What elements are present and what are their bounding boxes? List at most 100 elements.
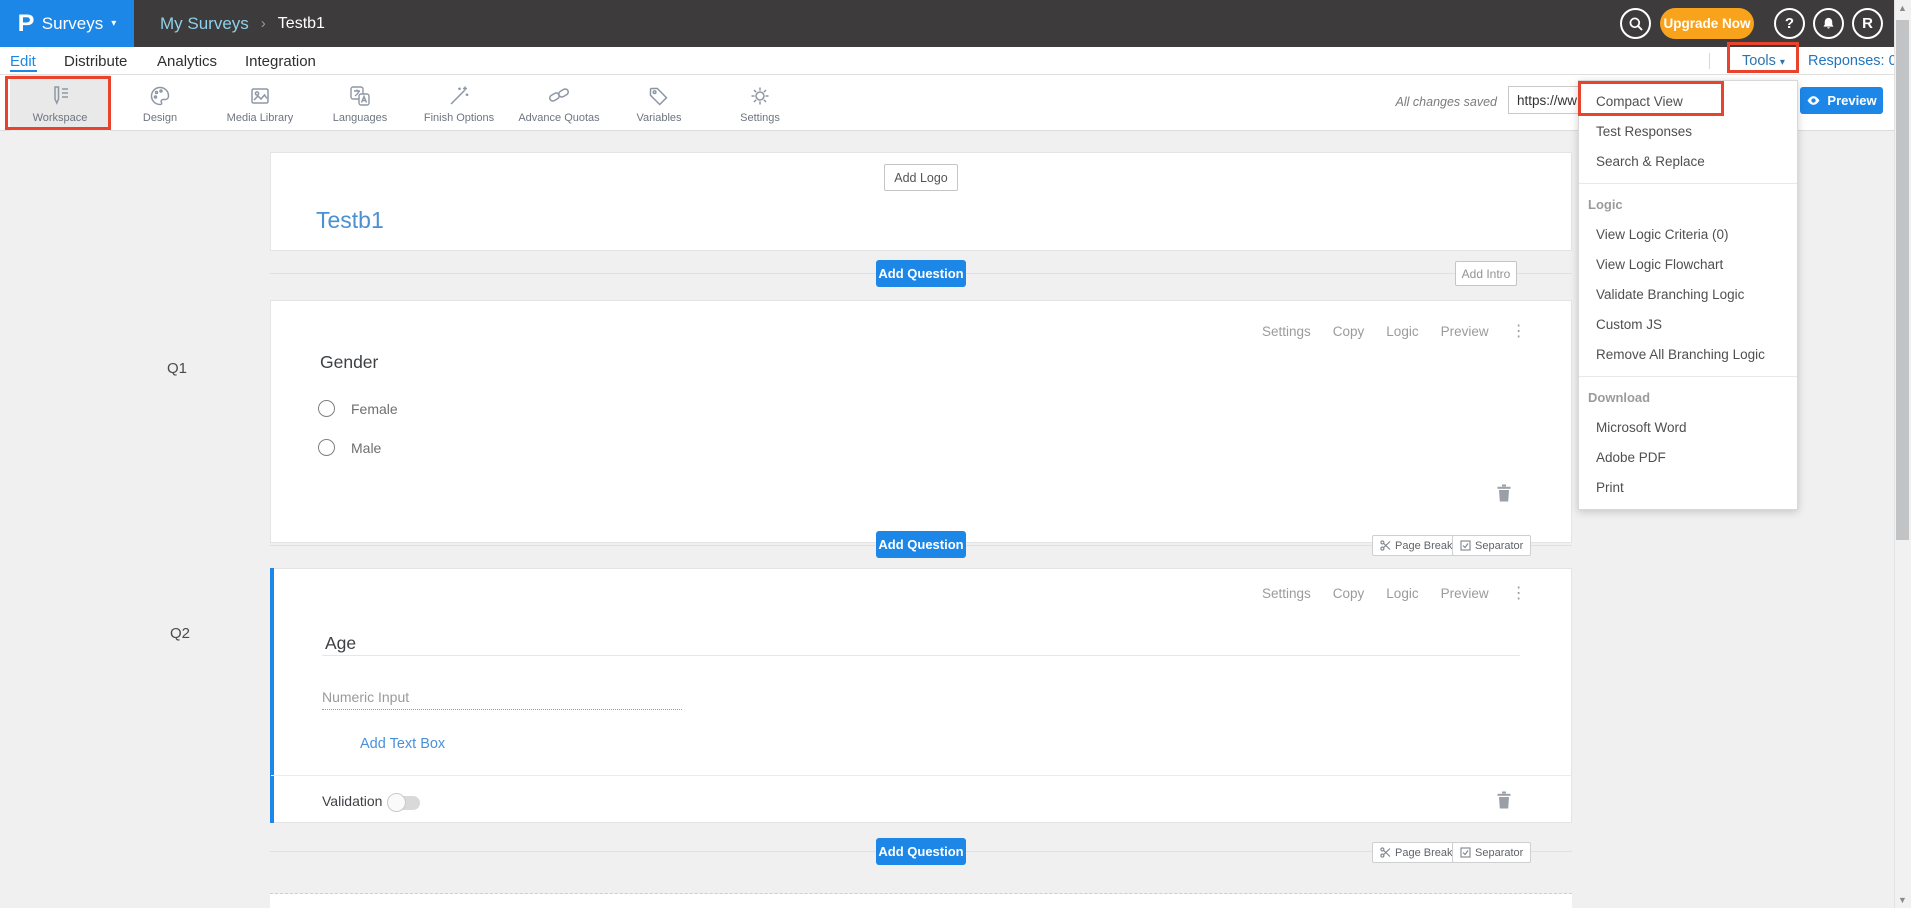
menu-item-view-logic-criteria[interactable]: View Logic Criteria (0) [1579,220,1797,250]
palette-icon [147,83,173,109]
kebab-menu-icon[interactable]: ⋮ [1511,321,1527,341]
tools-dropdown-menu: Compact View Test Responses Search & Rep… [1578,80,1798,510]
copy-action[interactable]: Copy [1333,324,1365,339]
add-text-box-link[interactable]: Add Text Box [360,736,445,752]
kebab-menu-icon[interactable]: ⋮ [1511,583,1527,603]
eye-icon [1806,93,1821,108]
logic-action[interactable]: Logic [1386,586,1418,601]
answer-option-row: Female [318,400,398,417]
toolbar-item-label: Settings [740,112,780,124]
add-question-label: Add Question [878,844,963,859]
checkbox-icon [1460,847,1471,858]
help-button[interactable]: ? [1774,8,1805,39]
validation-toggle[interactable] [388,796,420,810]
trash-icon-q1[interactable] [1496,484,1512,502]
menu-item-view-logic-flowchart[interactable]: View Logic Flowchart [1579,250,1797,280]
scissors-icon [1380,540,1391,551]
answer-option-row: Male [318,439,381,456]
tab-edit[interactable]: Edit [10,53,36,70]
trash-icon-q2[interactable] [1496,791,1512,809]
toolbar-item-label: Advance Quotas [518,112,599,124]
add-question-label: Add Question [878,266,963,281]
menu-item-custom-js[interactable]: Custom JS [1579,310,1797,340]
notifications-button[interactable] [1813,8,1844,39]
toolbar-item-settings[interactable]: Settings [710,75,810,131]
app-logo-menu[interactable]: P Surveys ▾ [0,0,134,47]
menu-item-print[interactable]: Print [1579,473,1797,503]
add-logo-button[interactable]: Add Logo [884,164,958,191]
settings-action[interactable]: Settings [1262,324,1311,339]
separator-button-1[interactable]: Separator [1452,535,1531,556]
menu-item-search-replace[interactable]: Search & Replace [1579,147,1797,177]
menu-item-validate-branching-logic[interactable]: Validate Branching Logic [1579,280,1797,310]
survey-builder-screen: P Surveys ▾ My Surveys › Testb1 Upgrade … [0,0,1911,908]
add-intro-button[interactable]: Add Intro [1455,261,1517,286]
annotation-box-tools [1727,42,1799,73]
breadcrumb-my-surveys[interactable]: My Surveys [160,14,249,34]
option-label[interactable]: Female [351,401,398,417]
menu-item-microsoft-word[interactable]: Microsoft Word [1579,413,1797,443]
menu-header-logic: Logic [1579,190,1797,220]
menu-item-test-responses[interactable]: Test Responses [1579,117,1797,147]
settings-action[interactable]: Settings [1262,586,1311,601]
scrollbar-thumb[interactable] [1896,20,1909,540]
scrollbar-down-arrow[interactable]: ▼ [1894,895,1911,905]
copy-action[interactable]: Copy [1333,586,1365,601]
survey-title[interactable]: Testb1 [316,207,384,234]
toolbar-item-label: Media Library [227,112,294,124]
upgrade-now-label: Upgrade Now [1663,16,1750,31]
numeric-input-field[interactable] [322,684,682,710]
toolbar-item-finish-options[interactable]: Finish Options [409,75,509,131]
add-question-button-1[interactable]: Add Question [876,260,966,287]
tab-integration[interactable]: Integration [245,53,316,70]
separator-button-2[interactable]: Separator [1452,842,1531,863]
toolbar-item-label: Languages [333,112,387,124]
checkbox-icon [1460,540,1471,551]
toolbar-item-advance-quotas[interactable]: Advance Quotas [509,75,609,131]
chain-link-icon [546,83,572,109]
toolbar-item-variables[interactable]: Variables [609,75,709,131]
toolbar-item-media-library[interactable]: Media Library [210,75,310,131]
add-question-button-3[interactable]: Add Question [876,838,966,865]
tab-analytics[interactable]: Analytics [157,53,217,70]
scrollbar-up-arrow[interactable]: ▲ [1894,3,1911,13]
menu-divider [1579,376,1797,377]
top-bar: P Surveys ▾ My Surveys › Testb1 Upgrade … [0,0,1911,47]
radio-button-male[interactable] [318,439,335,456]
preview-action[interactable]: Preview [1441,324,1489,339]
add-question-button-2[interactable]: Add Question [876,531,966,558]
menu-item-remove-all-branching-logic[interactable]: Remove All Branching Logic [1579,340,1797,370]
logic-action[interactable]: Logic [1386,324,1418,339]
toolbar-item-languages[interactable]: Languages [310,75,410,131]
breadcrumb: My Surveys › Testb1 [160,0,325,47]
menu-item-adobe-pdf[interactable]: Adobe PDF [1579,443,1797,473]
avatar-initial: R [1862,15,1873,32]
account-avatar[interactable]: R [1852,8,1883,39]
page-break-button-2[interactable]: Page Break [1372,842,1460,863]
magic-wand-icon [446,83,472,109]
add-question-label: Add Question [878,537,963,552]
tag-icon [646,83,672,109]
toolbar-item-label: Finish Options [424,112,494,124]
search-button[interactable] [1620,8,1651,39]
question-title-q1[interactable]: Gender [320,352,378,373]
breadcrumb-current: Testb1 [278,15,325,33]
toolbar-item-design[interactable]: Design [110,75,210,131]
question-mark-icon: ? [1785,15,1794,32]
validation-label: Validation [322,793,382,809]
preview-button[interactable]: Preview [1800,87,1883,114]
upgrade-now-button[interactable]: Upgrade Now [1660,8,1754,39]
active-tab-underline [10,70,37,72]
tab-distribute[interactable]: Distribute [64,53,127,70]
radio-button-female[interactable] [318,400,335,417]
toolbar-item-label: Design [143,112,177,124]
question-title-q2[interactable]: Age [325,633,356,654]
page-break-button-1[interactable]: Page Break [1372,535,1460,556]
add-intro-label: Add Intro [1462,267,1511,281]
menu-header-download: Download [1579,383,1797,413]
responses-count[interactable]: Responses: 0 [1808,53,1897,69]
preview-action[interactable]: Preview [1441,586,1489,601]
option-label[interactable]: Male [351,440,381,456]
autosave-status: All changes saved [1377,95,1497,109]
image-icon [247,83,273,109]
